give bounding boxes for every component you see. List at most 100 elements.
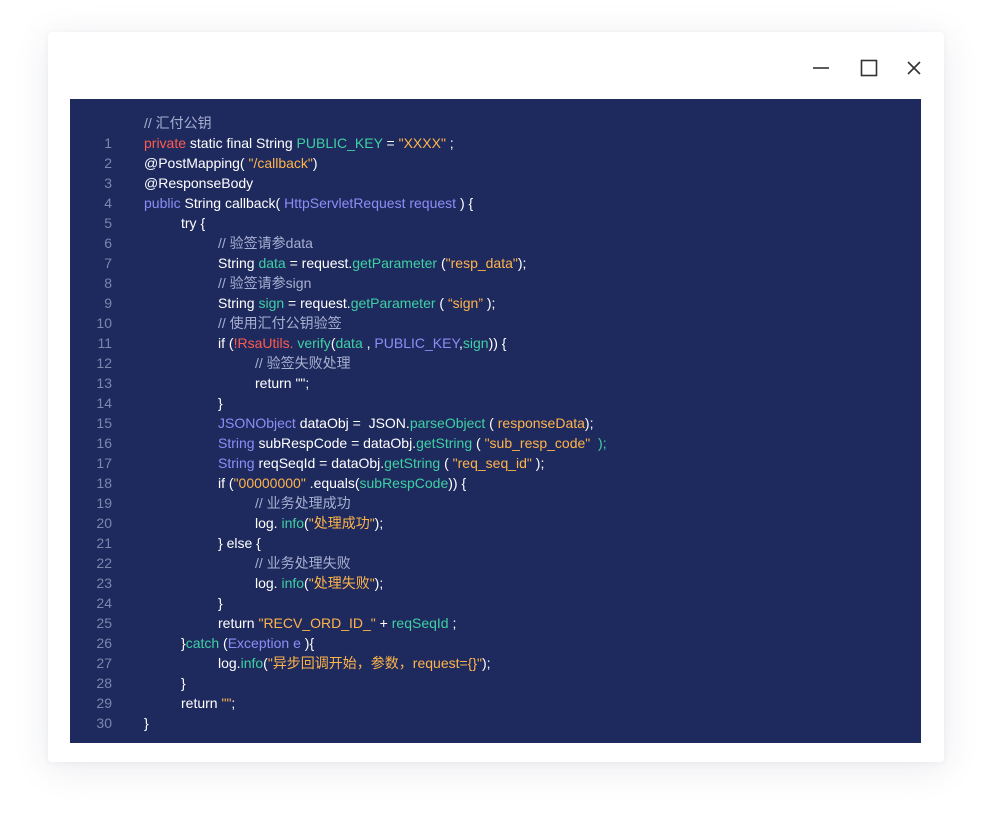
code-token: "处理失败" xyxy=(308,575,375,591)
code-token: ; xyxy=(445,135,454,151)
line-number: 8 xyxy=(104,275,112,291)
code-token: subRespCode = dataObj. xyxy=(254,435,417,451)
code-token: ; xyxy=(231,695,236,711)
line-number: 28 xyxy=(96,675,112,691)
code-line: 29 return ""; xyxy=(70,693,921,713)
line-number: 1 xyxy=(104,135,112,151)
code-token: public xyxy=(144,195,181,211)
maximize-icon xyxy=(860,59,878,77)
code-line: 30} xyxy=(70,713,921,733)
code-text: } else { xyxy=(144,533,261,553)
code-editor[interactable]: // 汇付公钥 1 private static final String PUBL… xyxy=(70,99,921,743)
code-token: "RECV_ORD_ID_" xyxy=(258,615,376,631)
line-number: 16 xyxy=(96,435,112,451)
code-token: ); xyxy=(584,415,594,431)
code-text: } xyxy=(144,593,223,613)
line-number: 7 xyxy=(104,255,112,271)
code-token: JSONObject xyxy=(218,415,296,431)
code-text: String reqSeqId = dataObj.getString ( "r… xyxy=(144,453,544,473)
code-text: @PostMapping( "/callback") xyxy=(144,153,318,173)
code-token: "sub_resp_code" xyxy=(484,435,591,451)
code-token: )) { xyxy=(448,475,467,491)
code-token: ){ xyxy=(300,635,315,651)
code-token: ( xyxy=(219,635,228,651)
code-token: getParameter xyxy=(350,295,436,311)
code-text: // 验签请参data xyxy=(144,233,313,253)
code-text: }catch (Exception e ){ xyxy=(144,633,314,653)
code-token: ); xyxy=(482,655,491,671)
code-token: static final String xyxy=(186,135,297,151)
code-token: = request. xyxy=(285,255,353,271)
line-number: 19 xyxy=(96,495,112,511)
code-token: "00000000" xyxy=(233,475,306,491)
line-number: 25 xyxy=(96,615,112,631)
code-token: ( xyxy=(485,415,498,431)
code-line: 24} xyxy=(70,593,921,613)
code-token: responseData xyxy=(497,415,585,431)
code-line: 17 String reqSeqId = dataObj.getString ( … xyxy=(70,453,921,473)
code-token: ) xyxy=(312,155,318,171)
line-number: 5 xyxy=(104,215,112,231)
code-token: // 汇付公钥 xyxy=(144,115,212,131)
code-token: "XXXX" xyxy=(398,135,446,151)
line-number: 15 xyxy=(96,415,112,431)
code-token: !RsaUtils. xyxy=(233,335,294,351)
code-token: parseObject xyxy=(409,415,486,431)
line-number: 13 xyxy=(96,375,112,391)
line-number: 24 xyxy=(96,595,112,611)
code-token: ( xyxy=(435,295,448,311)
code-line: 8 // 验签请参sign xyxy=(70,273,921,293)
code-token: PUBLIC_KEY xyxy=(374,335,459,351)
code-token: )) { xyxy=(488,335,507,351)
code-token: reqSeqId xyxy=(391,615,449,631)
code-line: 9 String sign = request.getParameter ( “s… xyxy=(70,293,921,313)
code-token: ( xyxy=(472,435,485,451)
code-line: 28} xyxy=(70,673,921,693)
code-text: JSONObject dataObj = JSON.parseObject ( … xyxy=(144,413,593,433)
code-text: // 汇付公钥 xyxy=(144,113,212,133)
code-token: "异步回调开始，参数，request={}" xyxy=(267,655,482,671)
code-token: dataObj = JSON. xyxy=(295,415,410,431)
minimize-button[interactable] xyxy=(809,56,833,80)
code-token: String callback( xyxy=(180,195,285,211)
code-token: @ResponseBody xyxy=(144,175,254,191)
code-line: 7 String data = request.getParameter ("re… xyxy=(70,253,921,273)
line-number: 6 xyxy=(104,235,112,251)
code-line: 10 // 使用汇付公钥验签 xyxy=(70,313,921,333)
code-text: // 业务处理成功 xyxy=(144,493,351,513)
code-token: private xyxy=(144,135,187,151)
code-token: "处理成功" xyxy=(308,515,375,531)
code-text: // 业务处理失败 xyxy=(144,553,351,573)
line-number: 11 xyxy=(97,335,112,351)
code-text: log.info("异步回调开始，参数，request={}"); xyxy=(144,653,491,673)
code-token: = request. xyxy=(284,295,351,311)
code-token: String xyxy=(218,295,259,311)
code-text: // 验签失败处理 xyxy=(144,353,351,373)
code-token: String xyxy=(218,455,255,471)
code-token: "resp_data" xyxy=(445,255,518,271)
code-line: 26}catch (Exception e ){ xyxy=(70,633,921,653)
code-line: 12 // 验签失败处理 xyxy=(70,353,921,373)
code-token: } else { xyxy=(218,535,261,551)
code-text: String data = request.getParameter ("res… xyxy=(144,253,526,273)
code-token: String xyxy=(218,435,255,451)
code-token: "req_seq_id" xyxy=(452,455,532,471)
code-token: // 验签失败处理 xyxy=(255,355,351,371)
code-line: 4 public String callback( HttpServletRequ… xyxy=(70,193,921,213)
code-token: .equals( xyxy=(305,475,360,491)
code-token: "/callback" xyxy=(244,155,313,171)
code-token: sign xyxy=(258,295,285,311)
code-text: private static final String PUBLIC_KEY =… xyxy=(144,133,454,153)
maximize-button[interactable] xyxy=(857,56,881,80)
line-number: 21 xyxy=(96,535,112,551)
line-number xyxy=(70,113,112,133)
code-text: return ""; xyxy=(144,373,309,393)
code-text: if (!RsaUtils. verify(data , PUBLIC_KEY,… xyxy=(144,333,506,353)
line-number: 9 xyxy=(104,295,112,311)
code-token: getString xyxy=(416,435,473,451)
code-line: 18 if ("00000000" .equals(subRespCode)) { xyxy=(70,473,921,493)
close-button[interactable] xyxy=(902,56,926,80)
code-token: // 验签请参sign xyxy=(218,275,312,291)
code-token: Exception e xyxy=(227,635,301,651)
code-token: ); xyxy=(483,295,496,311)
